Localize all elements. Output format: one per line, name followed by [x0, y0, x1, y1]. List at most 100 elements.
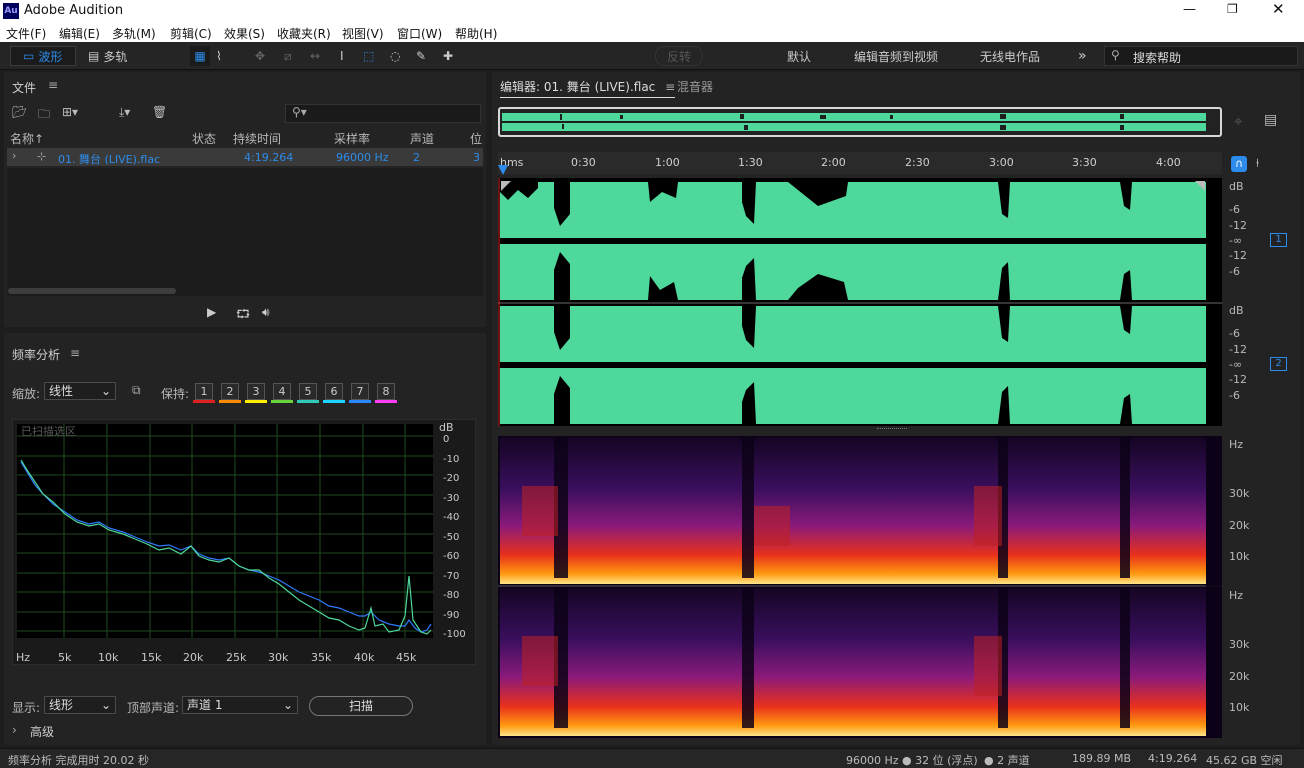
spectral-hz-axis: Hz 30k 20k 10k Hz 30k 20k 10k	[1225, 436, 1261, 738]
menu-effects[interactable]: 效果(S)	[224, 25, 265, 42]
menu-help[interactable]: 帮助(H)	[455, 25, 497, 42]
timeline-ruler[interactable]: hms 0:30 1:00 1:30 2:00 2:30 3:00 3:30 4…	[498, 152, 1222, 175]
expand-chevron-icon[interactable]: ›	[12, 149, 16, 162]
waveform-db-axis: dB -6 -12 -∞ -12 -6 dB -6 -12 -∞ -12 -6	[1225, 178, 1261, 426]
menu-favorites[interactable]: 收藏夹(R)	[277, 25, 331, 42]
overview-navigator[interactable]	[498, 107, 1222, 137]
col-sample-rate[interactable]: 采样率	[334, 130, 370, 147]
hold-button-8[interactable]: 8	[377, 383, 395, 400]
hold-button-1[interactable]: 1	[195, 383, 213, 400]
menu-view[interactable]: 视图(V)	[342, 25, 384, 42]
status-duration: 4:19.264	[1148, 752, 1198, 765]
panel-options-icon[interactable]: ▤	[1264, 112, 1277, 128]
playhead-marker-icon[interactable]	[498, 165, 508, 175]
insert-into-multitrack-icon[interactable]: ⤓▾	[119, 105, 130, 120]
horizontal-scrollbar[interactable]	[8, 288, 176, 294]
loop-icon[interactable]: ⮔	[236, 305, 250, 326]
channel-2-badge[interactable]: 2	[1270, 357, 1287, 371]
help-search-placeholder: 搜索帮助	[1133, 51, 1182, 65]
col-status[interactable]: 状态	[192, 130, 216, 147]
workspace-edit-audio-to-video[interactable]: 编辑音频到视频	[854, 46, 938, 66]
hold-button-5[interactable]: 5	[299, 383, 317, 400]
brush-tool-icon[interactable]: ✎	[416, 46, 426, 66]
ruler-tick: 2:00	[821, 156, 846, 169]
file-duration: 4:19.264	[244, 151, 294, 164]
reverse-button[interactable]: 反转	[655, 46, 703, 66]
file-bits: 3	[473, 151, 480, 164]
snapshot-icon[interactable]: ⧉	[132, 383, 141, 398]
delete-icon[interactable]: 🗑︎	[152, 105, 167, 119]
time-selection-icon[interactable]: I	[340, 46, 344, 66]
spectral-pitch-icon[interactable]: ⌇	[216, 46, 222, 66]
files-search-field[interactable]: ⚲▾	[285, 104, 481, 123]
close-icon[interactable]: ✕	[1272, 0, 1285, 18]
play-icon[interactable]: ▶	[207, 305, 216, 319]
spot-healing-icon[interactable]: ✚	[443, 46, 453, 66]
import-file-icon[interactable]: 🗀	[38, 105, 50, 126]
tab-mixer[interactable]: 混音器	[677, 78, 713, 95]
spectral-display[interactable]	[498, 436, 1222, 738]
scan-button[interactable]: 扫描	[309, 696, 413, 716]
workspace-default[interactable]: 默认	[787, 46, 811, 66]
col-bits[interactable]: 位	[470, 130, 482, 147]
hold-button-6[interactable]: 6	[325, 383, 343, 400]
open-file-icon[interactable]: 📂︎	[12, 105, 27, 119]
multitrack-view-button[interactable]: ▤ 多轨	[88, 46, 127, 66]
zoom-select[interactable]: 线性 ⌄	[44, 382, 116, 400]
file-channels: 2	[413, 151, 420, 164]
slip-tool-icon[interactable]: ↔	[310, 46, 320, 66]
channel-1-badge[interactable]: 1	[1270, 233, 1287, 247]
x-tick: 30k	[268, 651, 289, 664]
spectral-display-icon[interactable]: ▦	[190, 46, 210, 66]
minimize-icon[interactable]: —	[1183, 2, 1196, 17]
menu-window[interactable]: 窗口(W)	[397, 25, 442, 42]
display-select[interactable]: 线形 ⌄	[44, 696, 116, 714]
col-channels[interactable]: 声道	[410, 130, 434, 147]
waveform-label: 波形	[38, 49, 63, 64]
frequency-graph[interactable]: dB 已扫描选区 0 -10 -20 -30 -40 -50 -60 -70 -…	[12, 419, 476, 665]
marquee-tool-icon[interactable]: ⬚	[363, 46, 374, 66]
panel-menu-icon[interactable]: ≡	[70, 346, 80, 360]
hold-buttons: 1 2 3 4 5 6 7 8	[192, 383, 402, 407]
hold-button-7[interactable]: 7	[351, 383, 369, 400]
top-channel-select[interactable]: 声道 1 ⌄	[182, 696, 298, 714]
more-workspaces-icon[interactable]: »	[1078, 46, 1087, 66]
tab-editor[interactable]: 编辑器: 01. 舞台 (LIVE).flac ≡	[500, 78, 676, 98]
waveform-view-button[interactable]: ▭ 波形	[10, 46, 76, 66]
razor-tool-icon[interactable]: ⧄	[284, 46, 292, 66]
workspace-radio-production[interactable]: 无线电作品	[980, 46, 1040, 66]
hold-button-3[interactable]: 3	[247, 383, 265, 400]
panel-menu-icon[interactable]: ≡	[48, 78, 58, 92]
title-bar: Au Adobe Audition — ❐ ✕	[0, 0, 1304, 22]
menu-clip[interactable]: 剪辑(C)	[170, 25, 212, 42]
menu-file[interactable]: 文件(F)	[6, 25, 46, 42]
advanced-chevron-icon[interactable]: ›	[12, 723, 17, 737]
pin-icon[interactable]: ⍿	[1256, 156, 1259, 171]
lasso-tool-icon[interactable]: ◌	[390, 46, 400, 66]
db-tick: -6	[1229, 203, 1240, 216]
panel-menu-icon[interactable]: ≡	[665, 80, 675, 94]
zoom-to-selection-icon[interactable]: ⌖	[1234, 112, 1242, 130]
table-row[interactable]: › ⊹ 01. 舞台 (LIVE).flac 4:19.264 96000 Hz…	[7, 148, 483, 166]
col-name[interactable]: 名称↑	[10, 130, 44, 147]
waveform-display[interactable]	[498, 178, 1222, 426]
maximize-icon[interactable]: ❐	[1227, 2, 1238, 16]
hold-button-2[interactable]: 2	[221, 383, 239, 400]
menu-edit[interactable]: 编辑(E)	[59, 25, 100, 42]
hz-tick: 10k	[1229, 550, 1250, 563]
snap-magnet-icon[interactable]: ∩	[1231, 156, 1247, 172]
col-duration[interactable]: 持续时间	[233, 130, 281, 147]
status-free-space: 45.62 GB 空闲	[1206, 754, 1283, 767]
db-tick: -6	[1229, 327, 1240, 340]
advanced-label[interactable]: 高级	[30, 723, 54, 740]
status-size: 189.89 MB	[1072, 752, 1132, 765]
db-tick: -12	[1229, 249, 1247, 262]
divider-handle[interactable]	[877, 428, 907, 431]
auto-play-icon[interactable]: 🔊︎	[262, 305, 270, 320]
file-name: 01. 舞台 (LIVE).flac	[58, 153, 161, 166]
menu-multitrack[interactable]: 多轨(M)	[112, 25, 156, 42]
help-search-field[interactable]: ⚲ 搜索帮助	[1104, 46, 1298, 66]
move-tool-icon[interactable]: ✥	[255, 46, 265, 66]
new-file-icon[interactable]: ⊞▾	[62, 105, 78, 119]
hold-button-4[interactable]: 4	[273, 383, 291, 400]
